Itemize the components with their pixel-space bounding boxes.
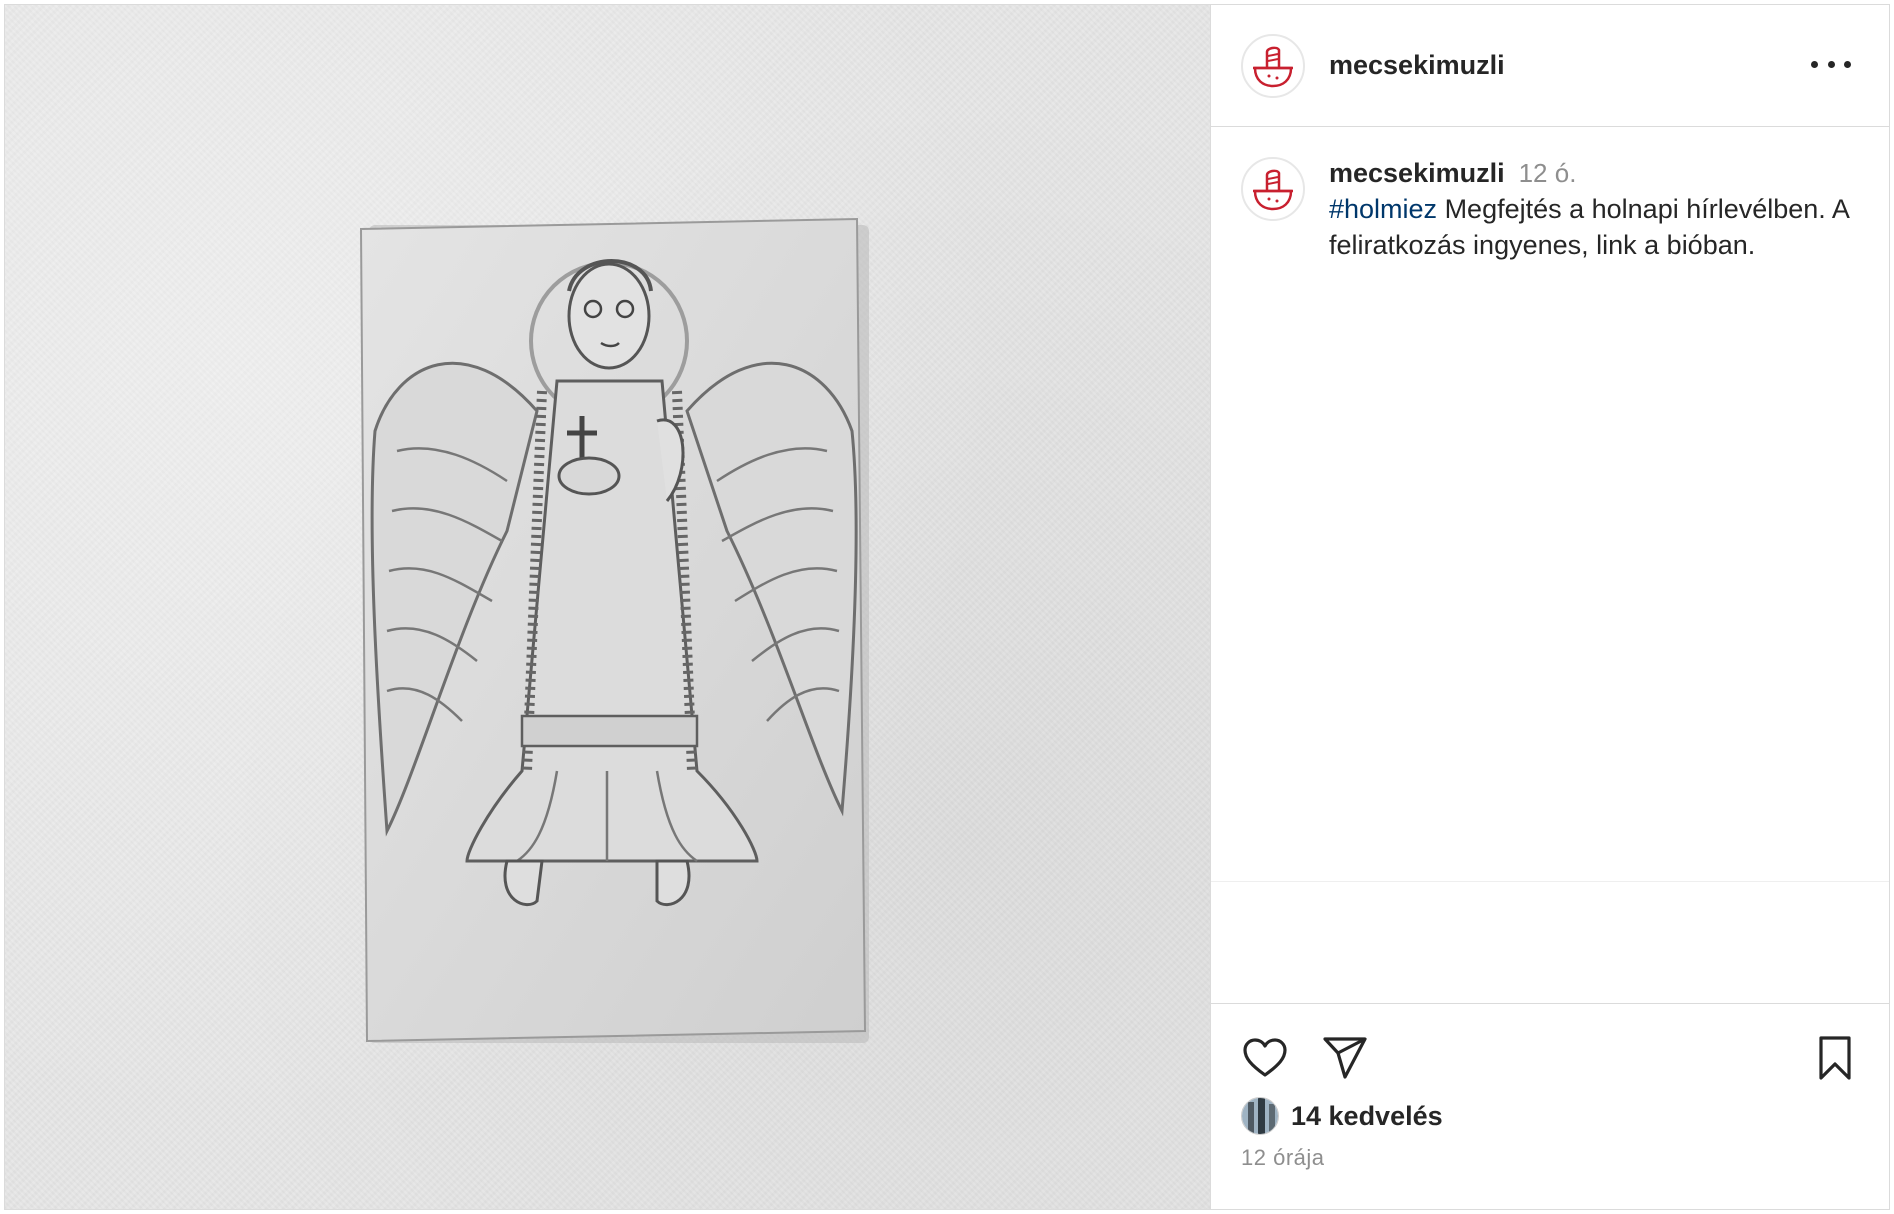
caption-avatar[interactable] — [1241, 157, 1305, 221]
divider — [1211, 1003, 1889, 1004]
post-frame: mecsekimuzli mecsekimuzli 12 ó. #holmiez… — [4, 4, 1890, 1210]
dot — [1811, 60, 1818, 68]
like-button[interactable] — [1241, 1034, 1289, 1082]
hashtag-link[interactable]: #holmiez — [1329, 194, 1437, 224]
dot — [1827, 60, 1835, 68]
action-bar — [1241, 1031, 1859, 1085]
caption-time[interactable]: 12 ó. — [1519, 158, 1577, 188]
bookmark-icon — [1819, 1036, 1851, 1080]
likes-count[interactable]: 14 kedvelés — [1291, 1101, 1443, 1132]
museum-logo-icon — [1253, 46, 1293, 87]
post-header: mecsekimuzli — [1211, 5, 1889, 127]
liker-avatar-image — [1242, 1098, 1278, 1134]
post-side-panel: mecsekimuzli mecsekimuzli 12 ó. #holmiez… — [1210, 5, 1889, 1209]
divider — [1211, 881, 1889, 882]
likes-row: 14 kedvelés — [1241, 1097, 1443, 1135]
save-button[interactable] — [1811, 1034, 1859, 1082]
heart-icon — [1243, 1038, 1287, 1077]
more-options-button[interactable] — [1811, 49, 1851, 79]
dot — [1844, 60, 1851, 68]
paper-plane-icon — [1323, 1037, 1367, 1079]
post-username[interactable]: mecsekimuzli — [1329, 50, 1505, 81]
caption-username[interactable]: mecsekimuzli — [1329, 158, 1505, 188]
post-photo[interactable] — [5, 5, 1210, 1209]
museum-logo-icon — [1253, 169, 1293, 211]
profile-avatar[interactable] — [1241, 33, 1305, 98]
share-button[interactable] — [1321, 1034, 1369, 1082]
angel-relief-image — [359, 217, 869, 1043]
liker-avatar[interactable] — [1241, 1097, 1279, 1135]
post-timestamp[interactable]: 12 órája — [1241, 1145, 1325, 1171]
caption-text: mecsekimuzli 12 ó. #holmiez Megfejtés a h… — [1329, 155, 1859, 263]
